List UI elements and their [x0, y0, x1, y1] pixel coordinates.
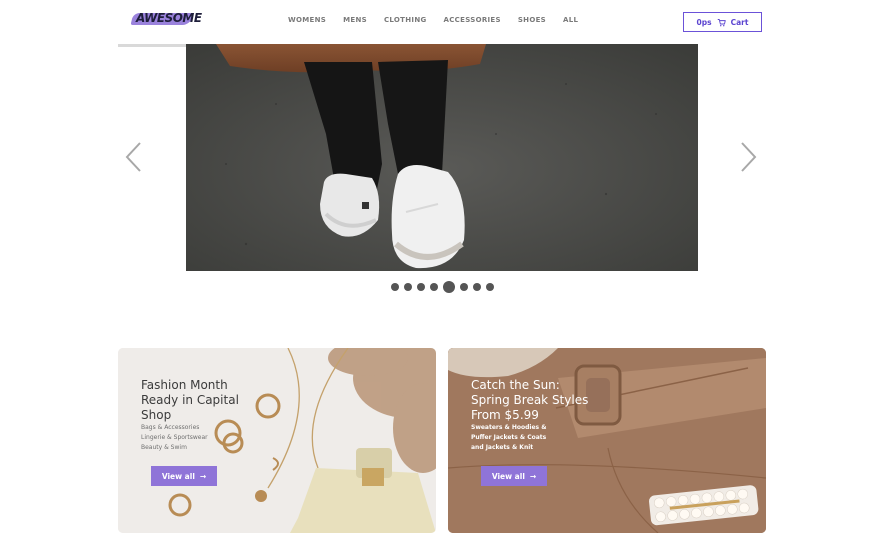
chevron-left-icon[interactable]: [122, 140, 144, 174]
nav-item-shoes[interactable]: SHOES: [518, 16, 546, 24]
nav-item-all[interactable]: ALL: [563, 16, 578, 24]
view-all-label: View all: [491, 471, 525, 481]
card-subtitle-line: Beauty & Swim: [141, 444, 187, 451]
main-nav: WOMENS MENS CLOTHING ACCESSORIES SHOES A…: [288, 16, 595, 24]
promo-card-spring-break[interactable]: Catch the Sun: Spring Break Styles From …: [448, 348, 766, 533]
slider-dots: [391, 281, 494, 293]
card-subtitle-line: and Jackets & Knit: [471, 444, 534, 451]
slider-dot[interactable]: [430, 283, 438, 291]
card-subtitle-line: Sweaters & Hoodies &: [471, 424, 547, 431]
slider-dot[interactable]: [404, 283, 412, 291]
site-header: AWESOME WOMENS MENS CLOTHING ACCESSORIES…: [118, 0, 766, 44]
arrow-right-icon: →: [199, 471, 207, 481]
card-subtitle-line: Puffer Jackets & Coats: [471, 434, 547, 441]
card-subtitle: Bags & Accessories Lingerie & Sportswear…: [141, 423, 208, 453]
slider-dot[interactable]: [391, 283, 399, 291]
view-all-label: View all: [161, 471, 195, 481]
card-subtitle: Sweaters & Hoodies & Puffer Jackets & Co…: [471, 423, 546, 453]
card-subtitle-line: Bags & Accessories: [141, 424, 200, 431]
view-all-button[interactable]: View all →: [151, 466, 217, 486]
slider-dot[interactable]: [417, 283, 425, 291]
nav-item-accessories[interactable]: ACCESSORIES: [444, 16, 501, 24]
logo-text: AWESOME: [136, 11, 202, 25]
promo-card-fashion-month[interactable]: Fashion Month Ready in Capital Shop Bags…: [118, 348, 436, 533]
header-divider: [118, 44, 186, 47]
cart-label: Cart: [730, 17, 749, 27]
cart-button[interactable]: 0ps Cart: [683, 12, 762, 32]
arrow-right-icon: →: [529, 471, 537, 481]
view-all-button[interactable]: View all →: [481, 466, 547, 486]
cart-icon: [717, 18, 726, 26]
nav-item-mens[interactable]: MENS: [343, 16, 367, 24]
nav-item-clothing[interactable]: CLOTHING: [384, 16, 427, 24]
card-subtitle-line: Lingerie & Sportswear: [141, 434, 208, 441]
slider-dot[interactable]: [460, 283, 468, 291]
card-title: Catch the Sun: Spring Break Styles From …: [471, 378, 589, 422]
chevron-right-icon[interactable]: [738, 140, 760, 174]
card-title: Fashion Month Ready in Capital Shop: [141, 378, 239, 422]
nav-item-womens[interactable]: WOMENS: [288, 16, 326, 24]
logo[interactable]: AWESOME: [130, 10, 202, 28]
slider-dot[interactable]: [473, 283, 481, 291]
hero-slide-image: [186, 44, 698, 271]
slider-dot[interactable]: [486, 283, 494, 291]
cart-count: 0ps: [696, 17, 712, 27]
slider-dot[interactable]: [443, 281, 455, 293]
